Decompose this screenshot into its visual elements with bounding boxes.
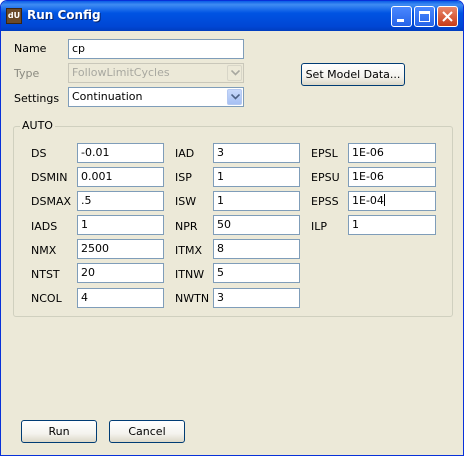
settings-dropdown-button[interactable] — [227, 89, 242, 105]
epss-label: EPSS — [311, 195, 339, 208]
type-select: FollowLimitCycles — [68, 63, 244, 83]
npr-label: NPR — [175, 220, 198, 233]
ncol-label: NCOL — [31, 292, 62, 305]
epsl-label: EPSL — [311, 147, 338, 160]
itnw-label: ITNW — [175, 268, 205, 281]
minimize-icon — [397, 19, 404, 22]
isp-label: ISP — [175, 171, 192, 184]
epsu-label: EPSU — [311, 171, 340, 184]
type-dropdown-button — [227, 65, 242, 81]
settings-label: Settings — [14, 92, 60, 105]
cancel-button[interactable]: Cancel — [109, 420, 185, 443]
isw-label: ISW — [175, 195, 197, 208]
nmx-field[interactable]: 2500 — [77, 239, 164, 259]
close-button[interactable] — [437, 6, 458, 27]
window-title: Run Config — [27, 8, 101, 22]
epsl-field[interactable]: 1E-06 — [348, 143, 436, 163]
title-bar[interactable]: dU Run Config — [1, 1, 463, 31]
isw-field[interactable]: 1 — [213, 191, 300, 211]
chevron-down-icon — [231, 94, 240, 100]
iads-field[interactable]: 1 — [77, 215, 164, 235]
dsmax-field[interactable]: .5 — [77, 191, 164, 211]
itnw-field[interactable]: 5 — [213, 263, 300, 283]
ilp-label: ILP — [311, 220, 328, 233]
chevron-down-icon — [231, 70, 240, 76]
npr-field[interactable]: 50 — [213, 215, 300, 235]
settings-select-value: Continuation — [72, 90, 143, 103]
name-field[interactable]: cp — [68, 39, 244, 59]
nwtn-label: NWTN — [175, 292, 210, 305]
itmx-label: ITMX — [175, 244, 202, 257]
close-icon — [442, 11, 453, 22]
ds-label: DS — [31, 147, 47, 160]
isp-field[interactable]: 1 — [213, 167, 300, 187]
type-select-value: FollowLimitCycles — [72, 66, 170, 79]
iad-field[interactable]: 3 — [213, 143, 300, 163]
type-label: Type — [14, 67, 40, 80]
dsmin-label: DSMIN — [31, 171, 68, 184]
iad-label: IAD — [175, 147, 195, 160]
ncol-field[interactable]: 4 — [77, 288, 164, 308]
auto-app-icon: dU — [6, 8, 22, 24]
dsmax-label: DSMAX — [31, 195, 72, 208]
settings-select[interactable]: Continuation — [68, 87, 244, 107]
auto-group-title: AUTO — [20, 119, 55, 132]
itmx-field[interactable]: 8 — [213, 239, 300, 259]
epsu-field[interactable]: 1E-06 — [348, 167, 436, 187]
ntst-field[interactable]: 20 — [77, 263, 164, 283]
set-model-data-button[interactable]: Set Model Data... — [301, 63, 405, 86]
dsmin-field[interactable]: 0.001 — [77, 167, 164, 187]
ilp-field[interactable]: 1 — [348, 215, 436, 235]
maximize-button[interactable] — [414, 6, 435, 27]
nmx-label: NMX — [31, 244, 57, 257]
ntst-label: NTST — [31, 268, 60, 281]
run-button[interactable]: Run — [21, 420, 97, 443]
nwtn-field[interactable]: 3 — [213, 288, 300, 308]
epss-field[interactable]: 1E-04 — [348, 191, 436, 211]
run-config-window: dU Run Config Name cp Type FollowLimitCy… — [0, 0, 464, 456]
minimize-button[interactable] — [391, 6, 412, 27]
maximize-icon — [419, 11, 430, 22]
name-label: Name — [14, 42, 47, 55]
epss-value: 1E-04 — [352, 194, 384, 207]
text-caret — [383, 194, 385, 206]
iads-label: IADS — [31, 220, 58, 233]
ds-field[interactable]: -0.01 — [77, 143, 164, 163]
